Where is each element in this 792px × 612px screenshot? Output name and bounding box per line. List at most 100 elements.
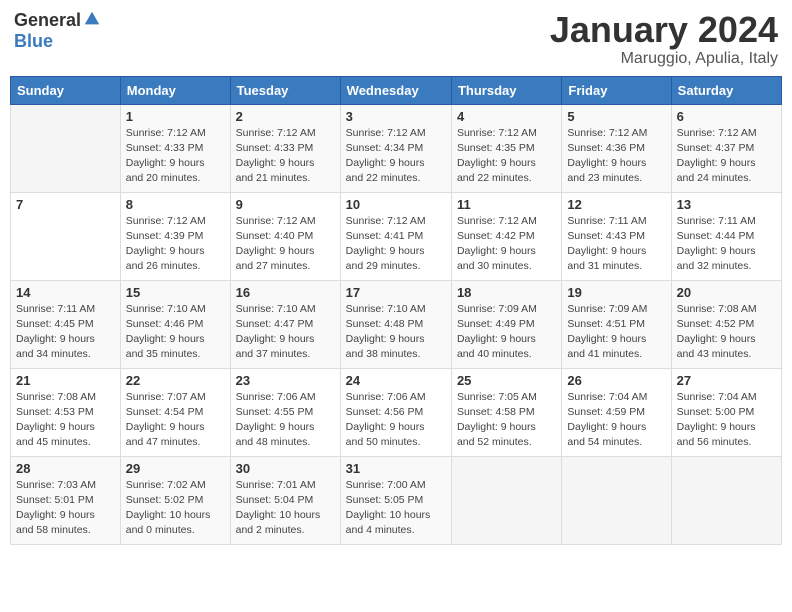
day-number: 20	[677, 285, 776, 300]
calendar-cell: 15 Sunrise: 7:10 AM Sunset: 4:46 PM Dayli…	[120, 280, 230, 368]
day-number: 29	[126, 461, 225, 476]
day-number: 18	[457, 285, 556, 300]
day-info: Sunrise: 7:02 AM Sunset: 5:02 PM Dayligh…	[126, 478, 225, 539]
calendar-cell: 6 Sunrise: 7:12 AM Sunset: 4:37 PM Daylig…	[671, 104, 781, 192]
day-number: 27	[677, 373, 776, 388]
day-info: Sunrise: 7:12 AM Sunset: 4:34 PM Dayligh…	[346, 126, 446, 187]
day-number: 5	[567, 109, 665, 124]
day-number: 7	[16, 197, 115, 212]
calendar-cell: 13 Sunrise: 7:11 AM Sunset: 4:44 PM Dayli…	[671, 192, 781, 280]
weekday-header-wednesday: Wednesday	[340, 76, 451, 104]
calendar-cell: 5 Sunrise: 7:12 AM Sunset: 4:36 PM Daylig…	[562, 104, 671, 192]
day-number: 13	[677, 197, 776, 212]
day-info: Sunrise: 7:12 AM Sunset: 4:33 PM Dayligh…	[126, 126, 225, 187]
day-number: 22	[126, 373, 225, 388]
calendar-cell: 23 Sunrise: 7:06 AM Sunset: 4:55 PM Dayli…	[230, 368, 340, 456]
week-row-3: 14 Sunrise: 7:11 AM Sunset: 4:45 PM Dayli…	[11, 280, 782, 368]
weekday-header-tuesday: Tuesday	[230, 76, 340, 104]
day-info: Sunrise: 7:03 AM Sunset: 5:01 PM Dayligh…	[16, 478, 115, 539]
calendar-cell	[451, 456, 561, 544]
day-number: 12	[567, 197, 665, 212]
day-number: 6	[677, 109, 776, 124]
calendar-cell: 27 Sunrise: 7:04 AM Sunset: 5:00 PM Dayli…	[671, 368, 781, 456]
day-number: 31	[346, 461, 446, 476]
day-number: 9	[236, 197, 335, 212]
day-info: Sunrise: 7:12 AM Sunset: 4:35 PM Dayligh…	[457, 126, 556, 187]
day-info: Sunrise: 7:05 AM Sunset: 4:58 PM Dayligh…	[457, 390, 556, 451]
day-info: Sunrise: 7:10 AM Sunset: 4:48 PM Dayligh…	[346, 302, 446, 363]
calendar-cell: 1 Sunrise: 7:12 AM Sunset: 4:33 PM Daylig…	[120, 104, 230, 192]
calendar-cell	[11, 104, 121, 192]
week-row-1: 1 Sunrise: 7:12 AM Sunset: 4:33 PM Daylig…	[11, 104, 782, 192]
day-number: 17	[346, 285, 446, 300]
day-number: 3	[346, 109, 446, 124]
calendar-cell: 12Sunrise: 7:11 AM Sunset: 4:43 PM Dayli…	[562, 192, 671, 280]
calendar-cell: 28 Sunrise: 7:03 AM Sunset: 5:01 PM Dayli…	[11, 456, 121, 544]
calendar-cell: 21Sunrise: 7:08 AM Sunset: 4:53 PM Dayli…	[11, 368, 121, 456]
logo: General Blue	[14, 10, 101, 52]
day-number: 24	[346, 373, 446, 388]
weekday-header-monday: Monday	[120, 76, 230, 104]
day-info: Sunrise: 7:12 AM Sunset: 4:33 PM Dayligh…	[236, 126, 335, 187]
day-info: Sunrise: 7:08 AM Sunset: 4:52 PM Dayligh…	[677, 302, 776, 363]
month-title: January 2024	[550, 10, 778, 50]
calendar-cell: 20 Sunrise: 7:08 AM Sunset: 4:52 PM Dayli…	[671, 280, 781, 368]
day-number: 2	[236, 109, 335, 124]
calendar-cell: 30Sunrise: 7:01 AM Sunset: 5:04 PM Dayli…	[230, 456, 340, 544]
logo-general-text: General	[14, 10, 81, 31]
calendar-cell: 8 Sunrise: 7:12 AM Sunset: 4:39 PM Daylig…	[120, 192, 230, 280]
calendar-cell: 19 Sunrise: 7:09 AM Sunset: 4:51 PM Dayli…	[562, 280, 671, 368]
calendar-cell: 14 Sunrise: 7:11 AM Sunset: 4:45 PM Dayli…	[11, 280, 121, 368]
page-header: General Blue January 2024 Maruggio, Apul…	[10, 10, 782, 68]
week-row-4: 21Sunrise: 7:08 AM Sunset: 4:53 PM Dayli…	[11, 368, 782, 456]
day-number: 28	[16, 461, 115, 476]
day-info: Sunrise: 7:06 AM Sunset: 4:55 PM Dayligh…	[236, 390, 335, 451]
calendar-cell: 31Sunrise: 7:00 AM Sunset: 5:05 PM Dayli…	[340, 456, 451, 544]
day-number: 4	[457, 109, 556, 124]
day-number: 30	[236, 461, 335, 476]
day-number: 15	[126, 285, 225, 300]
calendar-cell: 16Sunrise: 7:10 AM Sunset: 4:47 PM Dayli…	[230, 280, 340, 368]
day-number: 14	[16, 285, 115, 300]
day-info: Sunrise: 7:12 AM Sunset: 4:36 PM Dayligh…	[567, 126, 665, 187]
calendar-cell: 10Sunrise: 7:12 AM Sunset: 4:41 PM Dayli…	[340, 192, 451, 280]
location-title: Maruggio, Apulia, Italy	[550, 50, 778, 68]
week-row-2: 78 Sunrise: 7:12 AM Sunset: 4:39 PM Dayli…	[11, 192, 782, 280]
calendar-cell	[671, 456, 781, 544]
day-info: Sunrise: 7:06 AM Sunset: 4:56 PM Dayligh…	[346, 390, 446, 451]
weekday-header-friday: Friday	[562, 76, 671, 104]
logo-blue-text: Blue	[14, 31, 53, 52]
weekday-header-thursday: Thursday	[451, 76, 561, 104]
calendar-cell: 25 Sunrise: 7:05 AM Sunset: 4:58 PM Dayli…	[451, 368, 561, 456]
day-number: 11	[457, 197, 556, 212]
day-info: Sunrise: 7:11 AM Sunset: 4:45 PM Dayligh…	[16, 302, 115, 363]
day-info: Sunrise: 7:07 AM Sunset: 4:54 PM Dayligh…	[126, 390, 225, 451]
weekday-header-row: SundayMondayTuesdayWednesdayThursdayFrid…	[11, 76, 782, 104]
day-number: 26	[567, 373, 665, 388]
calendar-cell: 4 Sunrise: 7:12 AM Sunset: 4:35 PM Daylig…	[451, 104, 561, 192]
week-row-5: 28 Sunrise: 7:03 AM Sunset: 5:01 PM Dayli…	[11, 456, 782, 544]
calendar-cell: 9 Sunrise: 7:12 AM Sunset: 4:40 PM Daylig…	[230, 192, 340, 280]
day-info: Sunrise: 7:12 AM Sunset: 4:39 PM Dayligh…	[126, 214, 225, 275]
day-info: Sunrise: 7:08 AM Sunset: 4:53 PM Dayligh…	[16, 390, 115, 451]
day-number: 1	[126, 109, 225, 124]
day-info: Sunrise: 7:12 AM Sunset: 4:37 PM Dayligh…	[677, 126, 776, 187]
day-info: Sunrise: 7:10 AM Sunset: 4:46 PM Dayligh…	[126, 302, 225, 363]
calendar-cell: 29 Sunrise: 7:02 AM Sunset: 5:02 PM Dayli…	[120, 456, 230, 544]
calendar-cell: 26 Sunrise: 7:04 AM Sunset: 4:59 PM Dayli…	[562, 368, 671, 456]
day-number: 8	[126, 197, 225, 212]
day-number: 25	[457, 373, 556, 388]
title-area: January 2024 Maruggio, Apulia, Italy	[550, 10, 778, 68]
calendar-cell: 3 Sunrise: 7:12 AM Sunset: 4:34 PM Daylig…	[340, 104, 451, 192]
day-number: 19	[567, 285, 665, 300]
calendar-cell: 17 Sunrise: 7:10 AM Sunset: 4:48 PM Dayli…	[340, 280, 451, 368]
day-info: Sunrise: 7:04 AM Sunset: 4:59 PM Dayligh…	[567, 390, 665, 451]
day-info: Sunrise: 7:10 AM Sunset: 4:47 PM Dayligh…	[236, 302, 335, 363]
calendar-cell: 18Sunrise: 7:09 AM Sunset: 4:49 PM Dayli…	[451, 280, 561, 368]
day-number: 23	[236, 373, 335, 388]
day-info: Sunrise: 7:11 AM Sunset: 4:44 PM Dayligh…	[677, 214, 776, 275]
day-info: Sunrise: 7:12 AM Sunset: 4:40 PM Dayligh…	[236, 214, 335, 275]
day-info: Sunrise: 7:12 AM Sunset: 4:41 PM Dayligh…	[346, 214, 446, 275]
day-info: Sunrise: 7:09 AM Sunset: 4:51 PM Dayligh…	[567, 302, 665, 363]
day-info: Sunrise: 7:04 AM Sunset: 5:00 PM Dayligh…	[677, 390, 776, 451]
